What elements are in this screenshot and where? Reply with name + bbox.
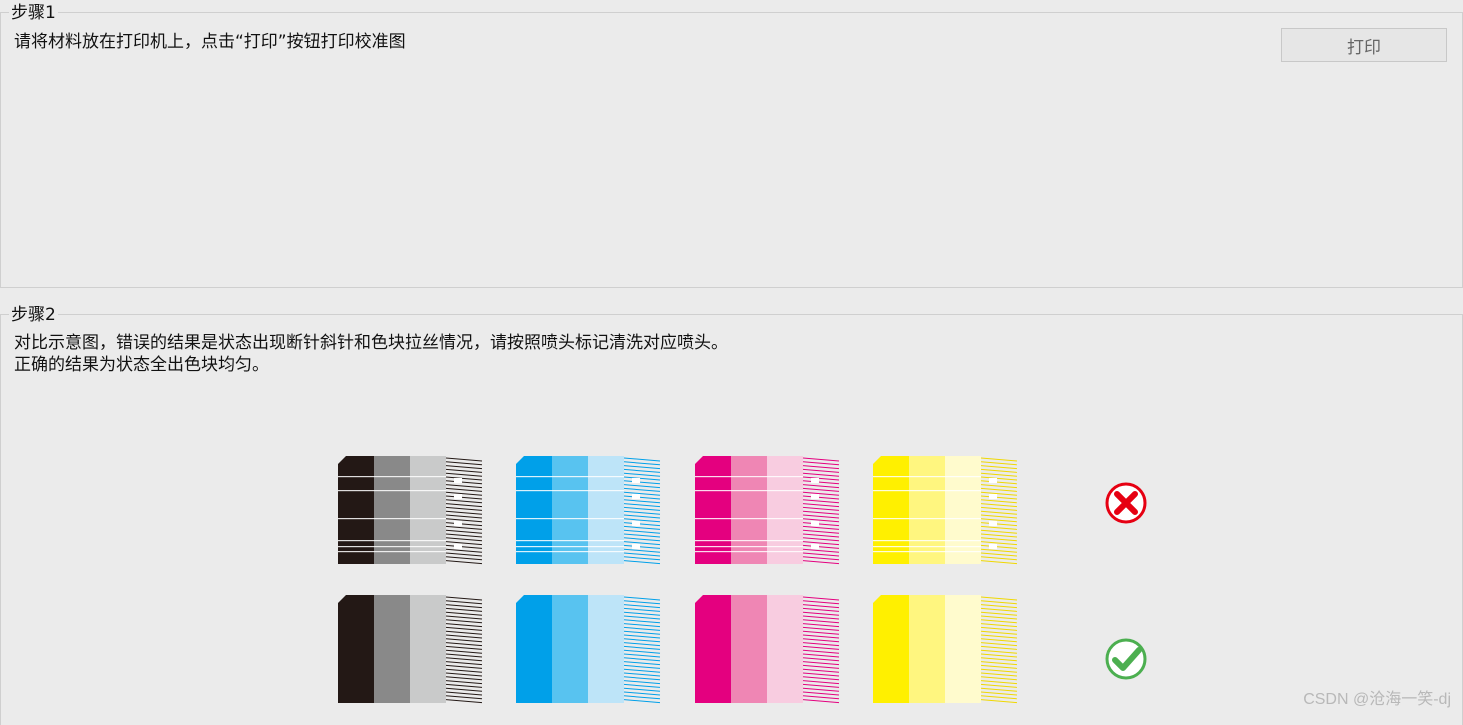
nozzle-gap xyxy=(338,540,446,542)
cross-icon xyxy=(1105,482,1147,524)
nozzle-gap xyxy=(989,494,997,499)
swatch-black-wrong xyxy=(338,456,483,565)
line-pattern-cyan xyxy=(623,596,661,704)
nozzle-gap xyxy=(454,478,462,483)
nozzle-gap xyxy=(516,490,624,492)
nozzle-gap xyxy=(338,546,446,548)
block-black-mid xyxy=(374,595,410,703)
nozzle-gap xyxy=(338,490,446,492)
block-yellow-light xyxy=(945,595,981,703)
block-black-light xyxy=(410,595,446,703)
line-pattern-magenta xyxy=(802,596,840,704)
line-pattern-black xyxy=(445,457,483,565)
nozzle-gap xyxy=(516,551,624,553)
watermark: CSDN @沧海一笑-dj xyxy=(1303,691,1451,708)
nozzle-gap xyxy=(695,476,803,478)
swatch-yellow-correct xyxy=(873,595,1018,704)
nozzle-gap xyxy=(454,521,462,526)
block-black-mid xyxy=(374,456,410,564)
block-magenta-light xyxy=(767,595,803,703)
nozzle-gap xyxy=(516,540,624,542)
nozzle-gap xyxy=(811,478,819,483)
block-yellow-mid xyxy=(909,456,945,564)
block-cyan-mid xyxy=(552,456,588,564)
nozzle-gap xyxy=(632,478,640,483)
nozzle-gap xyxy=(873,551,981,553)
nozzle-gap xyxy=(454,544,462,549)
block-cyan-solid xyxy=(516,456,552,564)
block-cyan-light xyxy=(588,595,624,703)
nozzle-gap xyxy=(811,544,819,549)
swatch-yellow-wrong xyxy=(873,456,1018,565)
nozzle-gap xyxy=(695,546,803,548)
line-pattern-black xyxy=(445,596,483,704)
block-cyan-mid xyxy=(552,595,588,703)
nozzle-gap xyxy=(873,518,981,520)
nozzle-gap xyxy=(338,476,446,478)
nozzle-gap xyxy=(516,476,624,478)
nozzle-gap xyxy=(989,521,997,526)
nozzle-gap xyxy=(516,518,624,520)
nozzle-gap xyxy=(989,478,997,483)
nozzle-gap xyxy=(811,521,819,526)
nozzle-gap xyxy=(695,518,803,520)
block-yellow-mid xyxy=(909,595,945,703)
nozzle-gap xyxy=(695,551,803,553)
swatch-magenta-wrong xyxy=(695,456,840,565)
nozzle-gap xyxy=(695,540,803,542)
line-pattern-yellow xyxy=(980,596,1018,704)
block-yellow-light xyxy=(945,456,981,564)
swatch-cyan-wrong xyxy=(516,456,661,565)
calibration-comparison-diagram xyxy=(338,456,1147,704)
block-magenta-solid xyxy=(695,595,731,703)
nozzle-gap xyxy=(811,494,819,499)
swatch-black-correct xyxy=(338,595,483,704)
nozzle-gap xyxy=(516,546,624,548)
nozzle-gap xyxy=(454,494,462,499)
block-magenta-light xyxy=(767,456,803,564)
block-cyan-solid xyxy=(516,595,552,703)
block-magenta-solid xyxy=(695,456,731,564)
line-pattern-magenta xyxy=(802,457,840,565)
block-cyan-light xyxy=(588,456,624,564)
block-yellow-solid xyxy=(873,595,909,703)
block-yellow-solid xyxy=(873,456,909,564)
line-pattern-yellow xyxy=(980,457,1018,565)
block-magenta-mid xyxy=(731,595,767,703)
nozzle-gap xyxy=(989,544,997,549)
nozzle-gap xyxy=(338,551,446,553)
block-black-light xyxy=(410,456,446,564)
block-magenta-mid xyxy=(731,456,767,564)
nozzle-gap xyxy=(873,476,981,478)
nozzle-gap xyxy=(632,521,640,526)
swatch-cyan-correct xyxy=(516,595,661,704)
line-pattern-cyan xyxy=(623,457,661,565)
nozzle-gap xyxy=(873,540,981,542)
block-black-solid xyxy=(338,456,374,564)
block-black-solid xyxy=(338,595,374,703)
check-icon xyxy=(1105,638,1147,680)
nozzle-gap xyxy=(873,490,981,492)
nozzle-gap xyxy=(873,546,981,548)
nozzle-gap xyxy=(695,490,803,492)
nozzle-gap xyxy=(632,494,640,499)
nozzle-gap xyxy=(338,518,446,520)
swatch-magenta-correct xyxy=(695,595,840,704)
nozzle-gap xyxy=(632,544,640,549)
